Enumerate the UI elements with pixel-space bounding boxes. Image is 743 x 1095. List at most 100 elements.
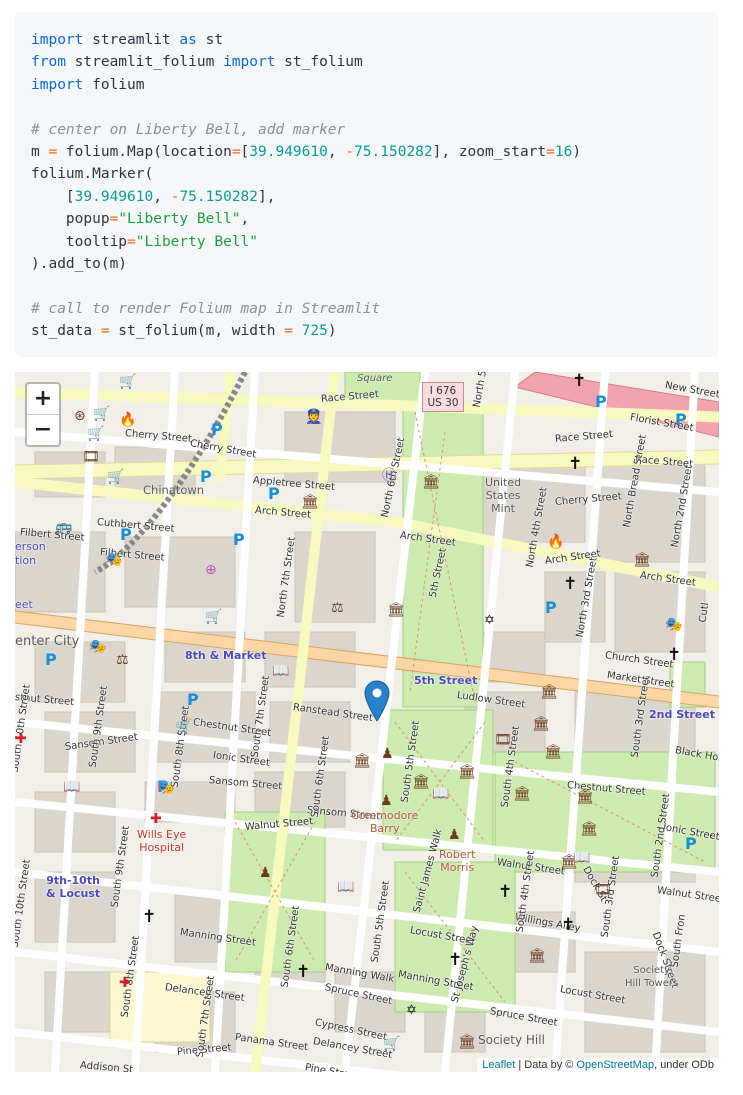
folium-map[interactable]: Race Street Race Street Race Street Cher… — [15, 372, 719, 1072]
shop-icon: 🛒 — [93, 406, 111, 422]
shop-icon: 🛒 — [383, 1036, 401, 1052]
shop-icon: 🛒 — [87, 426, 105, 442]
shop-icon: 🛒 — [119, 374, 137, 390]
museum-icon: 🏛 — [532, 716, 550, 732]
theatre-icon: 🎭 — [157, 780, 175, 796]
place-label: Commodore Barry — [351, 809, 419, 835]
theatre-icon: 🎭 — [89, 639, 107, 655]
museum-icon: 🏛 — [544, 744, 562, 760]
bus-stop-icon: 🚌 — [55, 519, 73, 535]
parking-icon: P — [211, 420, 223, 439]
museum-icon: 🏛 — [387, 602, 405, 618]
monument-icon: ♟ — [259, 865, 272, 881]
library-icon: 📖 — [337, 879, 355, 895]
church-icon: ✝ — [498, 882, 513, 902]
library-icon: 📖 — [573, 850, 591, 866]
library-icon: 📖 — [432, 786, 450, 802]
compass-icon: ⊛ — [74, 408, 86, 424]
theatre-icon: 🎭 — [665, 617, 683, 633]
place-label: Society Hill Towers — [625, 965, 679, 989]
attribution: Leaflet | Data by © OpenStreetMap, under… — [477, 1058, 719, 1072]
code-text: import streamlit as st from streamlit_fo… — [31, 32, 582, 340]
fire-station-icon: 🔥 — [547, 534, 565, 550]
zoom-out-button[interactable]: − — [27, 415, 59, 445]
museum-icon: 🏛 — [540, 684, 558, 700]
place-label: tion — [15, 554, 37, 567]
monument-icon: ♟ — [448, 827, 461, 843]
place-label: eet — [15, 598, 33, 611]
museum-icon: 🏛 — [580, 821, 598, 837]
museum-icon: 🏛 — [412, 774, 430, 790]
synagogue-icon: ✡ — [406, 1003, 417, 1018]
synagogue-icon: ✡ — [484, 613, 495, 628]
museum-icon: 🏛 — [576, 789, 594, 805]
osm-link[interactable]: OpenStreetMap — [576, 1059, 654, 1071]
hospital-cross-icon: ✚ — [150, 811, 162, 827]
attribution-text: | Data by © — [515, 1059, 577, 1071]
station-label: 8th & Market — [185, 649, 267, 662]
zoom-control: + − — [25, 382, 61, 447]
monument-icon: ♟ — [380, 793, 393, 809]
courthouse-icon: ⚖ — [116, 652, 129, 668]
hospital-icon: Ⓗ — [382, 468, 396, 484]
fire-station-icon: 🔥 — [119, 412, 137, 428]
place-label: Chinatown — [143, 483, 205, 497]
parking-icon: P — [268, 484, 280, 503]
place-label: Square — [357, 373, 393, 384]
place-label: United States Mint — [485, 476, 522, 515]
shop-icon: 🛒 — [205, 609, 223, 625]
parking-icon: P — [545, 598, 557, 617]
church-icon: ✝ — [572, 372, 587, 391]
pharmacy-icon: ⊕ — [205, 562, 217, 578]
courthouse-icon: ⚖ — [331, 600, 344, 616]
parking-icon: P — [187, 690, 199, 709]
museum-icon: 🏛 — [513, 786, 531, 802]
place-label: enter City — [15, 634, 80, 649]
attribution-text: , under ODb — [654, 1059, 714, 1071]
theatre-icon: 🎭 — [105, 552, 123, 568]
place-label: Wills Eye Hospital — [137, 828, 187, 854]
church-icon: ✝ — [563, 574, 578, 594]
station-label: 5th Street — [414, 674, 478, 687]
museum-icon: 🏛 — [633, 552, 651, 568]
church-icon: ✝ — [568, 454, 583, 474]
cinema-icon: 🎞 — [82, 449, 100, 465]
church-icon: ✝ — [296, 962, 311, 982]
museum-icon: 🏛 — [528, 948, 546, 964]
church-icon: ✝ — [142, 907, 157, 927]
parking-icon: P — [675, 410, 687, 429]
place-label: Robert Morris — [439, 848, 476, 874]
museum-icon: 🏛 — [301, 494, 319, 510]
church-icon: ✝ — [448, 950, 463, 970]
station-label: 9th-10th & Locust — [46, 874, 101, 900]
police-icon: 👮 — [305, 409, 323, 425]
parking-icon: P — [233, 530, 245, 549]
parking-icon: P — [200, 467, 212, 486]
zoom-in-button[interactable]: + — [27, 384, 59, 415]
parking-icon: P — [685, 834, 697, 853]
leaflet-link[interactable]: Leaflet — [482, 1059, 515, 1071]
parking-icon: P — [120, 525, 132, 544]
route-shield-line: US 30 — [427, 397, 459, 409]
museum-icon: 🏛 — [458, 764, 476, 780]
parking-icon: P — [595, 392, 607, 411]
station-label: 2nd Street — [649, 708, 715, 721]
place-label: erson — [15, 540, 46, 553]
route-shield-line: I 676 — [429, 385, 457, 397]
church-icon: ✝ — [667, 645, 682, 665]
place-label: Society Hill — [478, 1033, 545, 1047]
shop-icon: 🛒 — [175, 719, 193, 735]
hospital-cross-icon: ✚ — [119, 975, 131, 991]
church-icon: ✝ — [561, 915, 576, 935]
museum-icon: 🏛 — [353, 753, 371, 769]
route-shield: I 676 US 30 — [422, 382, 464, 412]
shop-icon: 🛒 — [107, 469, 125, 485]
library-icon: 📖 — [63, 779, 81, 795]
library-icon: 📖 — [272, 663, 290, 679]
museum-icon: 🏛 — [422, 474, 440, 490]
monument-icon: ♟ — [381, 746, 394, 762]
cinema-icon: 🎞 — [494, 732, 512, 748]
map-marker-icon[interactable] — [364, 680, 390, 722]
cinema-icon: 🎞 — [594, 882, 612, 898]
museum-icon: 🏛 — [458, 1034, 476, 1050]
